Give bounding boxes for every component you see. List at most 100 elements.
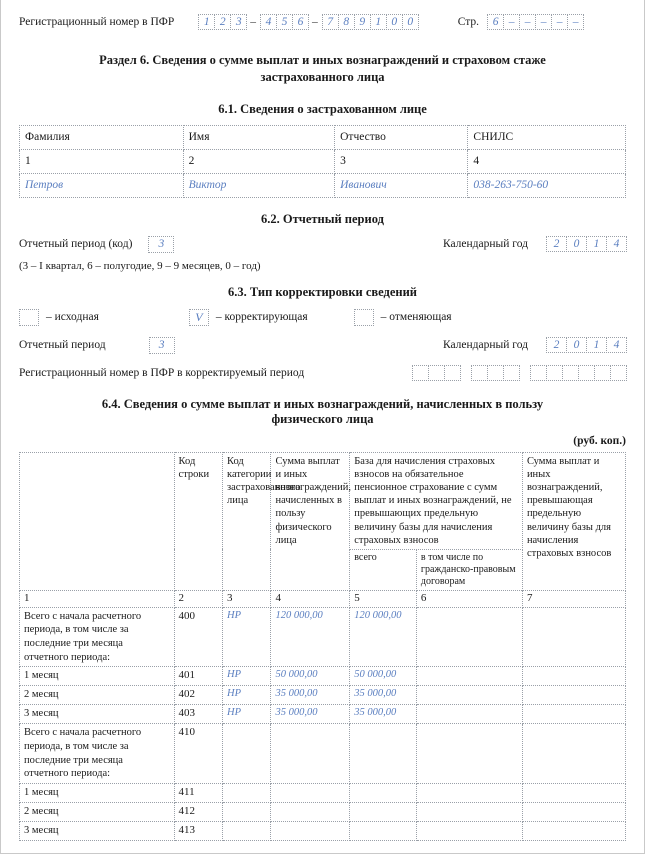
surname-value[interactable]: Петров bbox=[19, 172, 184, 198]
sum-exceeding-value[interactable] bbox=[521, 801, 627, 822]
correction-reg-group-2[interactable] bbox=[471, 364, 521, 381]
year-digit[interactable]: 0 bbox=[566, 337, 587, 354]
base-total-value[interactable]: 35 000,00 bbox=[349, 704, 417, 725]
base-contracts-value[interactable] bbox=[415, 666, 523, 687]
reg-digit[interactable] bbox=[578, 364, 595, 381]
category-code-value[interactable]: НР bbox=[221, 685, 272, 706]
correction-period-input[interactable]: 3 bbox=[148, 336, 175, 354]
reg-digit[interactable]: 2 bbox=[214, 14, 232, 30]
page-digit[interactable]: – bbox=[503, 14, 521, 30]
patronymic-value[interactable]: Иванович bbox=[334, 172, 469, 198]
category-code-value[interactable]: НР bbox=[221, 704, 272, 725]
firstname-value[interactable]: Виктор bbox=[182, 172, 336, 198]
checkbox-cancelling[interactable] bbox=[353, 308, 374, 326]
page-digit[interactable]: 6 bbox=[487, 14, 505, 30]
sum-payments-value[interactable]: 35 000,00 bbox=[270, 685, 351, 706]
year-digit[interactable]: 4 bbox=[606, 337, 627, 354]
reg-digit[interactable]: 5 bbox=[276, 14, 293, 30]
reg-digit[interactable] bbox=[471, 364, 489, 381]
reg-number-group-3[interactable]: 7 8 9 1 0 0 bbox=[321, 14, 419, 30]
base-contracts-value[interactable] bbox=[415, 685, 523, 706]
reg-digit[interactable] bbox=[444, 364, 462, 381]
reg-number-group-2[interactable]: 4 5 6 bbox=[260, 14, 309, 30]
sum-payments-value[interactable]: 35 000,00 bbox=[270, 704, 351, 725]
reg-digit[interactable] bbox=[530, 364, 547, 381]
year-digit[interactable]: 2 bbox=[546, 236, 567, 253]
reg-digit[interactable]: 9 bbox=[353, 14, 371, 30]
sum-exceeding-value[interactable] bbox=[521, 723, 627, 784]
correction-reg-group-3[interactable] bbox=[530, 364, 627, 381]
base-contracts-value[interactable] bbox=[415, 606, 523, 668]
table-row[interactable]: 1 месяц 411 bbox=[19, 782, 627, 803]
base-contracts-value[interactable] bbox=[415, 801, 523, 822]
snils-value[interactable]: 038-263-750-60 bbox=[467, 172, 626, 198]
sum-exceeding-value[interactable] bbox=[521, 606, 627, 668]
page-digit[interactable]: – bbox=[535, 14, 553, 30]
checkbox-correcting[interactable]: V bbox=[188, 308, 209, 326]
sum-exceeding-value[interactable] bbox=[521, 782, 627, 803]
category-code-value[interactable] bbox=[221, 801, 272, 822]
category-code-value[interactable]: НР bbox=[221, 606, 272, 668]
reg-digit[interactable]: 8 bbox=[337, 14, 355, 30]
category-code-value[interactable] bbox=[221, 782, 272, 803]
base-total-value[interactable]: 120 000,00 bbox=[349, 606, 417, 668]
table-row[interactable]: 3 месяц 413 bbox=[19, 820, 627, 841]
page-number-boxes[interactable]: 6 – – – – – bbox=[487, 14, 585, 30]
page-digit[interactable]: – bbox=[551, 14, 569, 30]
category-code-value[interactable] bbox=[221, 723, 272, 784]
year-digit[interactable]: 1 bbox=[586, 337, 607, 354]
table-row-values[interactable]: Петров Виктор Иванович 038-263-750-60 bbox=[19, 172, 626, 198]
sum-payments-value[interactable]: 120 000,00 bbox=[270, 606, 351, 668]
reg-digit[interactable] bbox=[503, 364, 521, 381]
table-row[interactable]: 1 месяц 401 НР 50 000,00 50 000,00 bbox=[19, 666, 627, 687]
page-number-field[interactable]: Стр. 6 – – – – – bbox=[458, 14, 585, 30]
base-contracts-value[interactable] bbox=[415, 820, 523, 841]
calendar-year-boxes[interactable]: 2 0 1 4 bbox=[546, 236, 627, 253]
year-digit[interactable]: 4 bbox=[606, 236, 627, 253]
checkbox-initial[interactable] bbox=[19, 308, 39, 326]
reporting-period-input[interactable]: 3 bbox=[148, 235, 175, 253]
table-row[interactable]: Всего с начала расчетного периода, в том… bbox=[19, 606, 627, 668]
sum-payments-value[interactable] bbox=[270, 801, 351, 822]
base-total-value[interactable]: 50 000,00 bbox=[349, 666, 417, 687]
correction-reg-group-1[interactable] bbox=[412, 364, 462, 381]
base-contracts-value[interactable] bbox=[415, 782, 523, 803]
reg-digit[interactable]: 6 bbox=[292, 14, 309, 30]
reg-digit[interactable] bbox=[487, 364, 505, 381]
table-row[interactable]: 3 месяц 403 НР 35 000,00 35 000,00 bbox=[19, 704, 627, 725]
base-total-value[interactable] bbox=[349, 801, 417, 822]
reg-digit[interactable]: 1 bbox=[369, 14, 387, 30]
year-digit[interactable]: 2 bbox=[546, 337, 567, 354]
reg-digit[interactable]: 0 bbox=[385, 14, 403, 30]
page-digit[interactable]: – bbox=[519, 14, 537, 30]
category-code-value[interactable]: НР bbox=[221, 666, 272, 687]
reg-number-boxes[interactable]: 1 2 3 – 4 5 6 – 7 8 9 1 0 0 bbox=[198, 14, 419, 30]
reg-digit[interactable] bbox=[594, 364, 611, 381]
reg-digit[interactable] bbox=[610, 364, 627, 381]
table-row[interactable]: 2 месяц 412 bbox=[19, 801, 627, 822]
reg-digit[interactable] bbox=[412, 364, 430, 381]
category-code-value[interactable] bbox=[221, 820, 272, 841]
base-total-value[interactable] bbox=[349, 723, 417, 784]
base-total-value[interactable] bbox=[349, 820, 417, 841]
page-digit[interactable]: – bbox=[567, 14, 585, 30]
reg-digit[interactable] bbox=[428, 364, 446, 381]
sum-payments-value[interactable] bbox=[270, 820, 351, 841]
year-digit[interactable]: 1 bbox=[586, 236, 607, 253]
base-total-value[interactable]: 35 000,00 bbox=[349, 685, 417, 706]
year-digit[interactable]: 0 bbox=[566, 236, 587, 253]
sum-payments-value[interactable] bbox=[270, 782, 351, 803]
base-contracts-value[interactable] bbox=[415, 723, 523, 784]
reg-digit[interactable] bbox=[546, 364, 563, 381]
sum-exceeding-value[interactable] bbox=[521, 666, 627, 687]
table-row[interactable]: Всего с начала расчетного периода, в том… bbox=[19, 723, 627, 784]
sum-payments-value[interactable]: 50 000,00 bbox=[270, 666, 351, 687]
reg-digit[interactable] bbox=[562, 364, 579, 381]
sum-exceeding-value[interactable] bbox=[521, 820, 627, 841]
reg-digit[interactable]: 7 bbox=[321, 14, 339, 30]
sum-payments-value[interactable] bbox=[270, 723, 351, 784]
reg-digit[interactable]: 0 bbox=[401, 14, 419, 30]
reg-number-group-1[interactable]: 1 2 3 bbox=[198, 14, 248, 30]
table-row[interactable]: 2 месяц 402 НР 35 000,00 35 000,00 bbox=[19, 685, 627, 706]
reg-digit[interactable]: 1 bbox=[198, 14, 216, 30]
